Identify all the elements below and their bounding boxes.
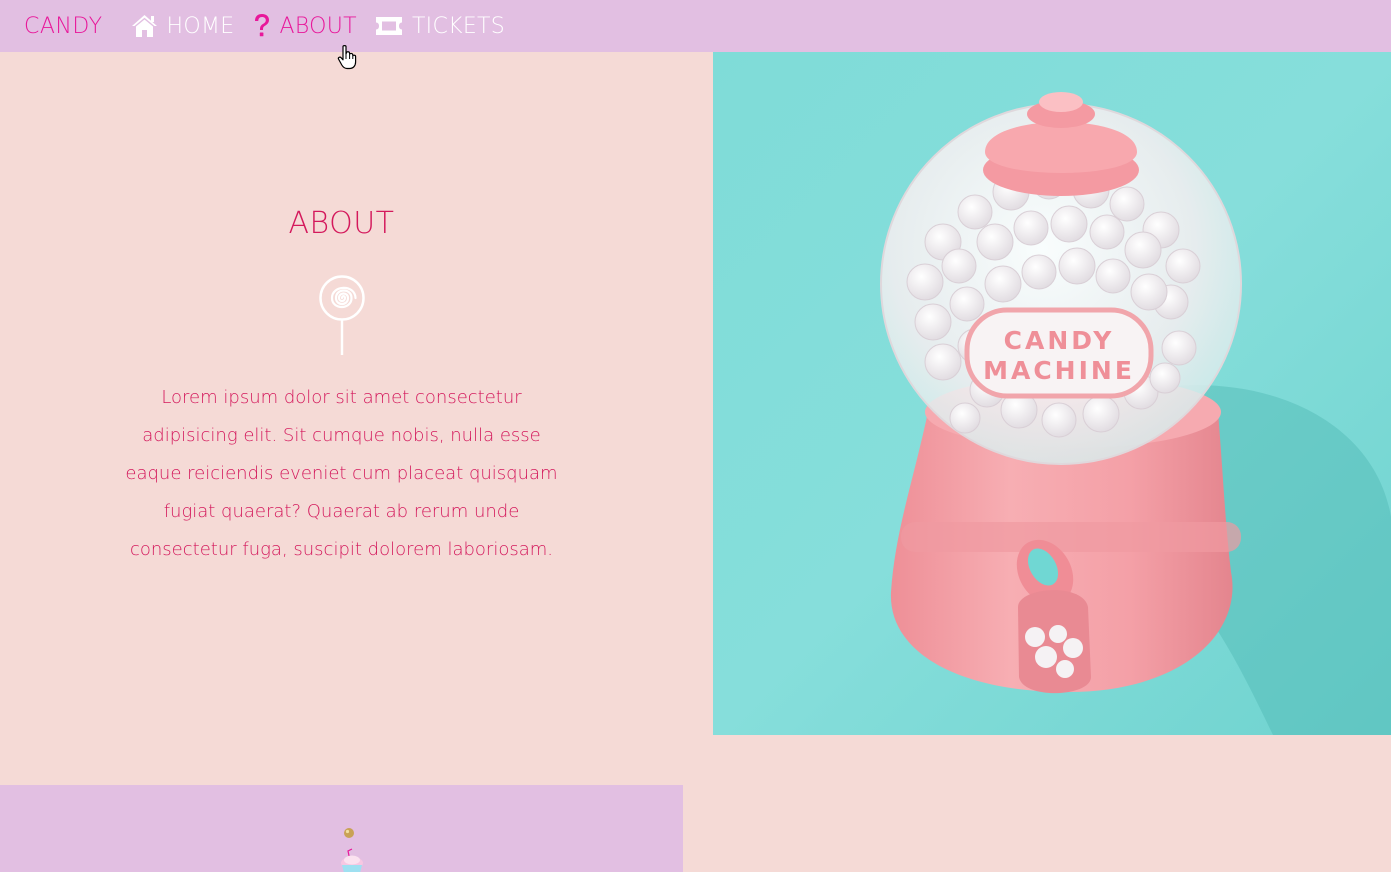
top-navbar: CANDY HOME ABOUT TICKETS: [0, 0, 1391, 52]
machine-label-line2: MACHINE: [983, 356, 1135, 385]
about-description: Lorem ipsum dolor sit amet consectetur a…: [125, 387, 558, 560]
cupcake-icon: [334, 827, 370, 872]
nav-label-about: ABOUT: [279, 13, 357, 39]
question-icon: [253, 13, 271, 39]
nav-item-home[interactable]: HOME: [131, 14, 235, 39]
lollipop-icon: [317, 274, 367, 360]
ticket-icon: [375, 16, 403, 36]
nav-item-about[interactable]: ABOUT: [253, 13, 357, 39]
bottom-panel: [0, 785, 683, 872]
candy-machine-photo: CANDY MACHINE: [713, 52, 1391, 735]
nav-label-home: HOME: [166, 13, 235, 39]
nav-item-tickets[interactable]: TICKETS: [375, 14, 505, 39]
home-icon: [131, 14, 158, 38]
about-section: ABOUT Lorem ipsum dolor sit amet consect…: [0, 52, 713, 735]
machine-label-line1: CANDY: [1004, 326, 1115, 355]
about-title: ABOUT: [288, 206, 395, 241]
nav-label-tickets: TICKETS: [411, 13, 506, 39]
brand-logo[interactable]: CANDY: [24, 14, 103, 39]
